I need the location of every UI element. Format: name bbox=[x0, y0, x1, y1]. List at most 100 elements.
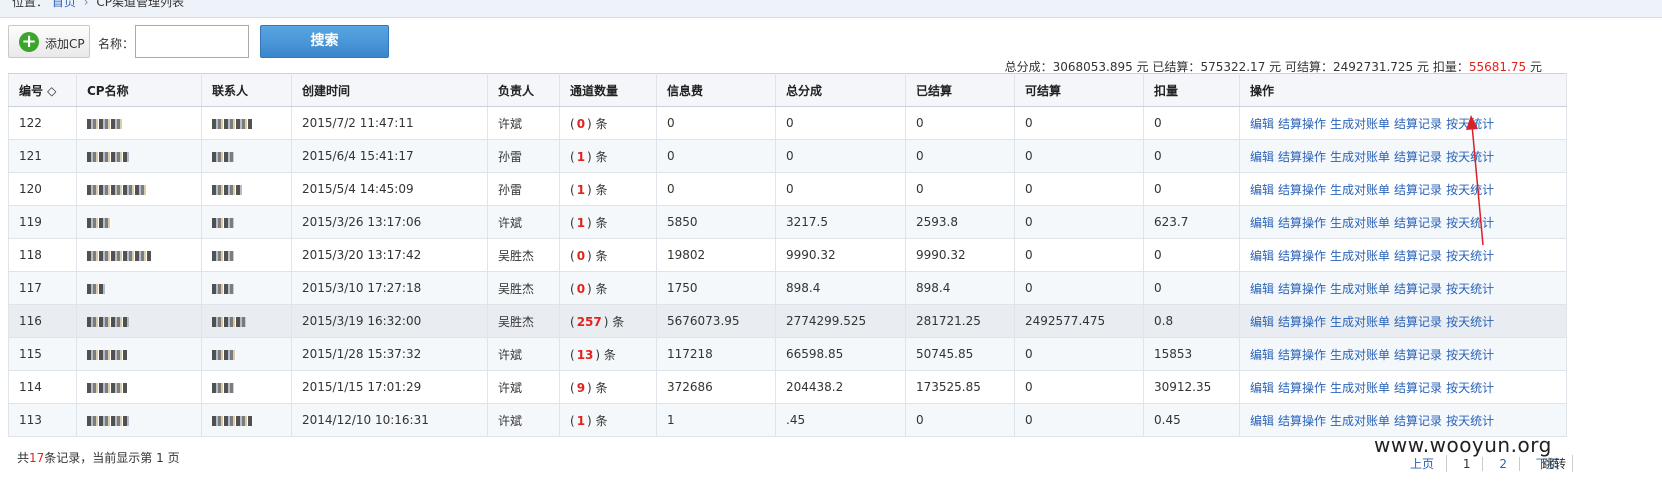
edit-link[interactable]: 编辑 bbox=[1250, 216, 1274, 230]
edit-link[interactable]: 编辑 bbox=[1250, 117, 1274, 131]
redacted-cp-name bbox=[87, 415, 129, 426]
settle-record-link[interactable]: 结算记录 bbox=[1394, 348, 1442, 362]
settle-record-link[interactable]: 结算记录 bbox=[1394, 183, 1442, 197]
redacted-contact bbox=[212, 151, 234, 162]
settle-record-link[interactable]: 结算记录 bbox=[1394, 315, 1442, 329]
settle-link[interactable]: 结算操作 bbox=[1278, 381, 1326, 395]
generate-statement-link[interactable]: 生成对账单 bbox=[1330, 381, 1390, 395]
cell-owner: 许斌 bbox=[487, 106, 560, 140]
cell-deduct: 0 bbox=[1143, 271, 1240, 305]
cell-channel-count: (257) 条 bbox=[559, 304, 657, 338]
daily-stats-link[interactable]: 按天统计 bbox=[1446, 282, 1494, 296]
daily-stats-link[interactable]: 按天统计 bbox=[1446, 150, 1494, 164]
redacted-contact bbox=[212, 283, 234, 294]
add-cp-button[interactable]: + 添加CP bbox=[8, 25, 90, 58]
plus-icon: + bbox=[19, 32, 39, 52]
generate-statement-link[interactable]: 生成对账单 bbox=[1330, 315, 1390, 329]
generate-statement-link[interactable]: 生成对账单 bbox=[1330, 282, 1390, 296]
settle-link[interactable]: 结算操作 bbox=[1278, 348, 1326, 362]
search-button[interactable]: 搜索 bbox=[260, 25, 389, 58]
name-label: 名称： bbox=[98, 37, 135, 51]
name-search-input[interactable] bbox=[135, 25, 249, 58]
settle-record-link[interactable]: 结算记录 bbox=[1394, 216, 1442, 230]
settle-link[interactable]: 结算操作 bbox=[1278, 414, 1326, 428]
breadcrumb-home-link[interactable]: 首页 bbox=[52, 0, 76, 9]
redacted-cp-name bbox=[87, 250, 151, 261]
cell-cp-name bbox=[76, 370, 202, 404]
cell-owner: 吴胜杰 bbox=[487, 238, 560, 272]
cell-owner: 孙雷 bbox=[487, 139, 560, 173]
column-header: 总分成 bbox=[775, 73, 906, 107]
settle-record-link[interactable]: 结算记录 bbox=[1394, 381, 1442, 395]
unit-label: 元 bbox=[1529, 60, 1542, 74]
prev-page-link[interactable]: 上页 bbox=[1398, 455, 1448, 472]
cell-contact bbox=[201, 337, 292, 371]
cell-cp-name bbox=[76, 139, 202, 173]
edit-link[interactable]: 编辑 bbox=[1250, 150, 1274, 164]
jump-label[interactable]: 跳转 bbox=[1542, 455, 1566, 472]
total-count: 17 bbox=[29, 451, 45, 465]
settle-record-link[interactable]: 结算记录 bbox=[1394, 150, 1442, 164]
daily-stats-link[interactable]: 按天统计 bbox=[1446, 315, 1494, 329]
cell-info-fee: 372686 bbox=[656, 370, 776, 404]
daily-stats-link[interactable]: 按天统计 bbox=[1446, 117, 1494, 131]
column-header[interactable]: 编号 ◇ bbox=[8, 73, 77, 107]
unit-label: 元 bbox=[1269, 60, 1282, 74]
edit-link[interactable]: 编辑 bbox=[1250, 282, 1274, 296]
edit-link[interactable]: 编辑 bbox=[1250, 249, 1274, 263]
settle-record-link[interactable]: 结算记录 bbox=[1394, 249, 1442, 263]
settle-link[interactable]: 结算操作 bbox=[1278, 216, 1326, 230]
cell-settled: 0 bbox=[905, 403, 1015, 437]
cell-total-share: 3217.5 bbox=[775, 205, 906, 239]
breadcrumb: 位置： 首页 › CP渠道管理列表 bbox=[12, 0, 184, 10]
settle-link[interactable]: 结算操作 bbox=[1278, 150, 1326, 164]
generate-statement-link[interactable]: 生成对账单 bbox=[1330, 150, 1390, 164]
cell-owner: 许斌 bbox=[487, 205, 560, 239]
cell-total-share: 2774299.525 bbox=[775, 304, 906, 338]
channel-count: 0 bbox=[576, 248, 586, 263]
daily-stats-link[interactable]: 按天统计 bbox=[1446, 414, 1494, 428]
generate-statement-link[interactable]: 生成对账单 bbox=[1330, 348, 1390, 362]
cell-settled: 0 bbox=[905, 172, 1015, 206]
settle-link[interactable]: 结算操作 bbox=[1278, 183, 1326, 197]
cell-info-fee: 5850 bbox=[656, 205, 776, 239]
page-2-link[interactable]: 2 bbox=[1487, 457, 1520, 471]
daily-stats-link[interactable]: 按天统计 bbox=[1446, 183, 1494, 197]
settle-link[interactable]: 结算操作 bbox=[1278, 117, 1326, 131]
cell-info-fee: 117218 bbox=[656, 337, 776, 371]
settle-record-link[interactable]: 结算记录 bbox=[1394, 414, 1442, 428]
settle-link[interactable]: 结算操作 bbox=[1278, 249, 1326, 263]
cell-total-share: 9990.32 bbox=[775, 238, 906, 272]
edit-link[interactable]: 编辑 bbox=[1250, 315, 1274, 329]
column-header: 信息费 bbox=[656, 73, 776, 107]
generate-statement-link[interactable]: 生成对账单 bbox=[1330, 117, 1390, 131]
settle-link[interactable]: 结算操作 bbox=[1278, 315, 1326, 329]
generate-statement-link[interactable]: 生成对账单 bbox=[1330, 414, 1390, 428]
generate-statement-link[interactable]: 生成对账单 bbox=[1330, 249, 1390, 263]
generate-statement-link[interactable]: 生成对账单 bbox=[1330, 216, 1390, 230]
edit-link[interactable]: 编辑 bbox=[1250, 381, 1274, 395]
table-row: 121 2015/6/4 15:41:17 孙雷(1) 条 0 0 0 0 0 编辑 结算操作 生成… bbox=[8, 139, 1567, 173]
cell-created-time: 2014/12/10 10:16:31 bbox=[291, 403, 488, 437]
cell-id: 113 bbox=[8, 403, 77, 437]
settle-record-link[interactable]: 结算记录 bbox=[1394, 117, 1442, 131]
cell-total-share: 204438.2 bbox=[775, 370, 906, 404]
edit-link[interactable]: 编辑 bbox=[1250, 348, 1274, 362]
cell-created-time: 2015/3/20 13:17:42 bbox=[291, 238, 488, 272]
page-1-link[interactable]: 1 bbox=[1451, 457, 1484, 471]
settle-link[interactable]: 结算操作 bbox=[1278, 282, 1326, 296]
cell-operations: 编辑 结算操作 生成对账单 结算记录 按天统计 bbox=[1239, 139, 1567, 173]
daily-stats-link[interactable]: 按天统计 bbox=[1446, 249, 1494, 263]
generate-statement-link[interactable]: 生成对账单 bbox=[1330, 183, 1390, 197]
settle-record-link[interactable]: 结算记录 bbox=[1394, 282, 1442, 296]
daily-stats-link[interactable]: 按天统计 bbox=[1446, 381, 1494, 395]
cell-settled: 281721.25 bbox=[905, 304, 1015, 338]
cell-owner: 许斌 bbox=[487, 337, 560, 371]
daily-stats-link[interactable]: 按天统计 bbox=[1446, 216, 1494, 230]
cell-settled: 0 bbox=[905, 139, 1015, 173]
edit-link[interactable]: 编辑 bbox=[1250, 183, 1274, 197]
daily-stats-link[interactable]: 按天统计 bbox=[1446, 348, 1494, 362]
cell-id: 122 bbox=[8, 106, 77, 140]
cell-settleable: 2492577.475 bbox=[1014, 304, 1144, 338]
edit-link[interactable]: 编辑 bbox=[1250, 414, 1274, 428]
